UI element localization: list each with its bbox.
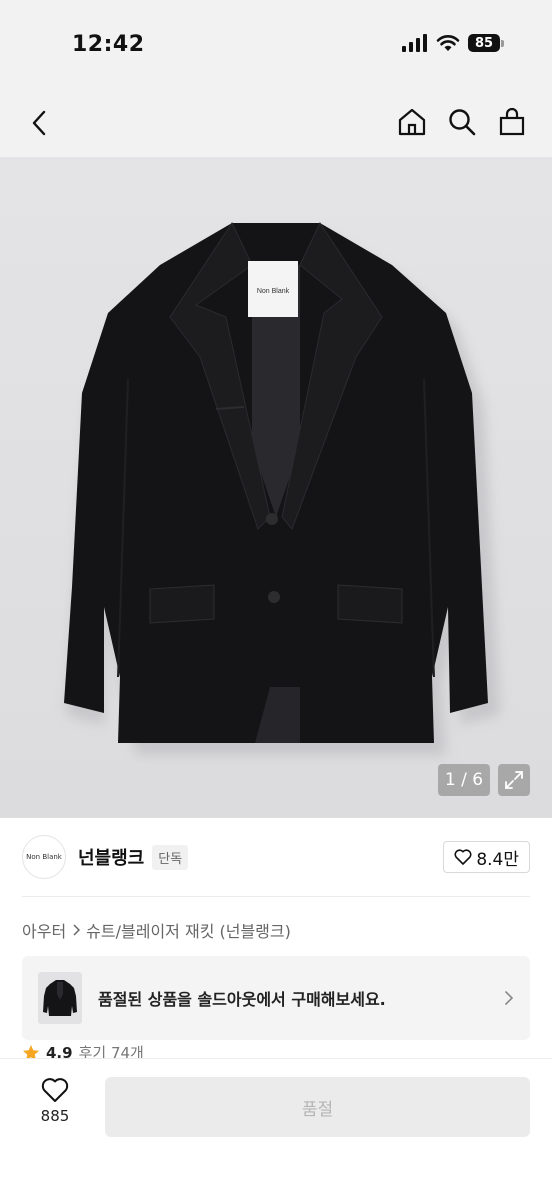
chevron-right-icon <box>505 991 514 1005</box>
wishlist-button[interactable]: 885 <box>22 1077 88 1125</box>
status-time: 12:42 <box>72 32 145 57</box>
expand-icon <box>505 771 523 789</box>
chevron-right-icon <box>73 924 81 936</box>
brand-like-count: 8.4만 <box>476 849 519 870</box>
battery-icon: 85 <box>468 34 504 52</box>
product-image-gallery[interactable]: Non Blank 1 / 6 <box>0 157 552 818</box>
search-icon <box>449 109 476 136</box>
brand-name[interactable]: 넌블랭크 <box>78 844 144 870</box>
brand-row: Non Blank 넌블랭크 단독 8.4만 <box>22 834 530 880</box>
image-counter: 1 / 6 <box>438 764 490 796</box>
heart-icon <box>41 1078 69 1102</box>
breadcrumb-subcategory[interactable]: 슈트/블레이저 재킷 (넌블랭크) <box>86 918 291 942</box>
banner-thumbnail <box>38 972 82 1024</box>
home-button[interactable] <box>394 104 430 140</box>
blazer-image: Non Blank <box>64 221 500 755</box>
soldout-banner-text: 품절된 상품을 솔드아웃에서 구매해보세요. <box>98 990 386 1009</box>
back-button[interactable] <box>22 106 56 140</box>
status-icons: 85 <box>402 34 504 52</box>
brand-logo[interactable]: Non Blank <box>22 835 66 879</box>
breadcrumb: 아우터 슈트/블레이저 재킷 (넌블랭크) <box>22 918 291 942</box>
top-nav-bar <box>0 90 552 157</box>
status-bar: 12:42 85 <box>0 0 552 90</box>
signal-icon <box>402 34 427 52</box>
breadcrumb-category[interactable]: 아우터 <box>22 918 66 942</box>
expand-image-button[interactable] <box>498 764 530 796</box>
jacket-label-text: Non Blank <box>257 288 290 295</box>
battery-level: 85 <box>468 34 500 52</box>
chevron-left-icon <box>32 110 46 136</box>
wifi-icon <box>436 35 460 51</box>
cart-button[interactable] <box>494 104 530 140</box>
home-icon <box>398 108 426 136</box>
heart-icon <box>454 849 472 865</box>
search-button[interactable] <box>444 104 480 140</box>
blazer-thumbnail-image <box>43 980 77 1016</box>
soldout-banner[interactable]: 품절된 상품을 솔드아웃에서 구매해보세요. <box>22 956 530 1040</box>
wishlist-count: 885 <box>40 1107 70 1125</box>
banner-chevron <box>504 990 514 1006</box>
divider <box>22 896 530 897</box>
bottom-action-bar: 885 품절 <box>0 1058 552 1200</box>
soldout-purchase-button[interactable]: 품절 <box>105 1077 530 1137</box>
brand-like-button[interactable]: 8.4만 <box>443 841 530 873</box>
exclusive-badge: 단독 <box>152 844 189 870</box>
bag-icon <box>499 107 525 136</box>
